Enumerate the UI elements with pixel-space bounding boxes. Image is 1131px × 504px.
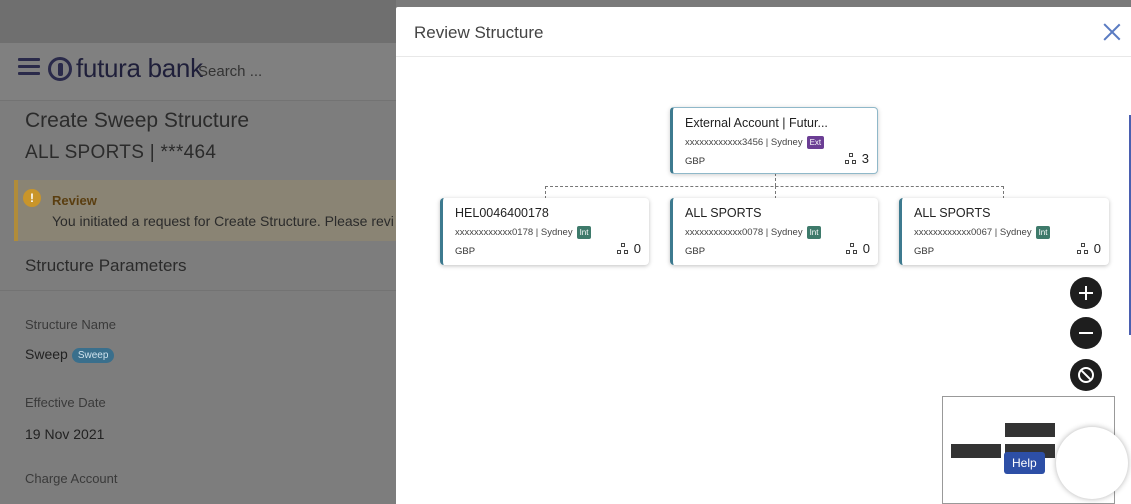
search-input[interactable]: Search ... [198, 63, 262, 80]
node-children-count: 0 [1076, 241, 1101, 256]
logo-icon [48, 56, 72, 81]
tree-node[interactable]: ALL SPORTS xxxxxxxxxxxx0067 | Sydney Int… [899, 198, 1109, 265]
node-children-count: 0 [616, 241, 641, 256]
field-label-effective-date: Effective Date [25, 395, 106, 410]
node-name: ALL SPORTS [914, 206, 991, 220]
node-currency: GBP [685, 246, 706, 257]
node-account: xxxxxxxxxxxx0067 | Sydney Int [914, 226, 1051, 239]
tree-node[interactable]: HEL0046400178 xxxxxxxxxxxx0178 | Sydney … [440, 198, 649, 265]
ext-badge: Ext [806, 136, 825, 149]
modal-header: Review Structure [396, 7, 1131, 57]
account-number: xxxxxxxxxxxx0078 | Sydney [685, 227, 803, 238]
hierarchy-icon [844, 152, 857, 165]
node-currency: GBP [685, 156, 706, 167]
reset-view-button[interactable] [1070, 359, 1102, 391]
menu-icon[interactable] [18, 58, 40, 76]
account-number: xxxxxxxxxxxx0067 | Sydney [914, 227, 1032, 238]
int-badge: Int [1035, 226, 1051, 239]
node-name: HEL0046400178 [455, 206, 549, 220]
node-children-count: 3 [844, 151, 869, 166]
node-currency: GBP [914, 246, 935, 257]
review-message: You initiated a request for Create Struc… [52, 213, 394, 229]
zoom-out-button[interactable] [1070, 317, 1102, 349]
node-name: External Account | Futur... [685, 116, 828, 130]
minimap-child-node [951, 444, 1001, 458]
field-value-structure-name: Sweep Sweep [25, 346, 115, 363]
section-title: Structure Parameters [25, 256, 187, 275]
node-account: xxxxxxxxxxxx0178 | Sydney Int [455, 226, 592, 239]
children-count: 0 [1093, 241, 1101, 256]
int-badge: Int [576, 226, 592, 239]
reset-icon [1078, 367, 1094, 383]
structure-name-value: Sweep [25, 346, 68, 362]
page-title: Create Sweep Structure [25, 109, 250, 132]
children-count: 3 [861, 151, 869, 166]
account-number: xxxxxxxxxxxx0178 | Sydney [455, 227, 573, 238]
children-count: 0 [862, 241, 870, 256]
minimap-root-node [1005, 423, 1055, 437]
children-count: 0 [633, 241, 641, 256]
node-name: ALL SPORTS [685, 206, 762, 220]
hierarchy-icon [1076, 242, 1089, 255]
page-subtitle: ALL SPORTS | ***464 [25, 142, 217, 163]
top-bar [0, 0, 396, 43]
brand-logo[interactable]: futura bank [48, 53, 203, 84]
field-label-structure-name: Structure Name [25, 317, 117, 332]
field-value-effective-date: 19 Nov 2021 [25, 426, 105, 442]
tree-node[interactable]: ALL SPORTS xxxxxxxxxxxx0078 | Sydney Int… [670, 198, 878, 265]
review-structure-modal: Review Structure External Account | Futu… [396, 7, 1131, 504]
int-badge: Int [806, 226, 822, 239]
brand-name: futura bank [76, 53, 203, 83]
node-account: xxxxxxxxxxxx3456 | Sydney Ext [685, 136, 825, 149]
tree-node-root[interactable]: External Account | Futur... xxxxxxxxxxxx… [670, 107, 878, 174]
close-icon[interactable] [1101, 21, 1123, 43]
node-currency: GBP [455, 246, 476, 257]
field-label-charge-account: Charge Account [25, 471, 118, 486]
modal-title: Review Structure [414, 23, 544, 42]
info-icon: ! [23, 189, 41, 207]
zoom-in-button[interactable] [1070, 277, 1102, 309]
review-banner [14, 180, 396, 241]
review-title: Review [52, 193, 97, 208]
hierarchy-icon [616, 242, 629, 255]
connector-root [775, 173, 776, 186]
sweep-badge: Sweep [71, 347, 115, 363]
divider [0, 290, 396, 291]
node-account: xxxxxxxxxxxx0078 | Sydney Int [685, 226, 822, 239]
help-button[interactable]: Help [1004, 452, 1045, 474]
help-launcher[interactable] [1056, 427, 1128, 499]
account-number: xxxxxxxxxxxx3456 | Sydney [685, 137, 803, 148]
hierarchy-icon [845, 242, 858, 255]
node-children-count: 0 [845, 241, 870, 256]
background-page: futura bank Search ... Create Sweep Stru… [0, 0, 396, 504]
